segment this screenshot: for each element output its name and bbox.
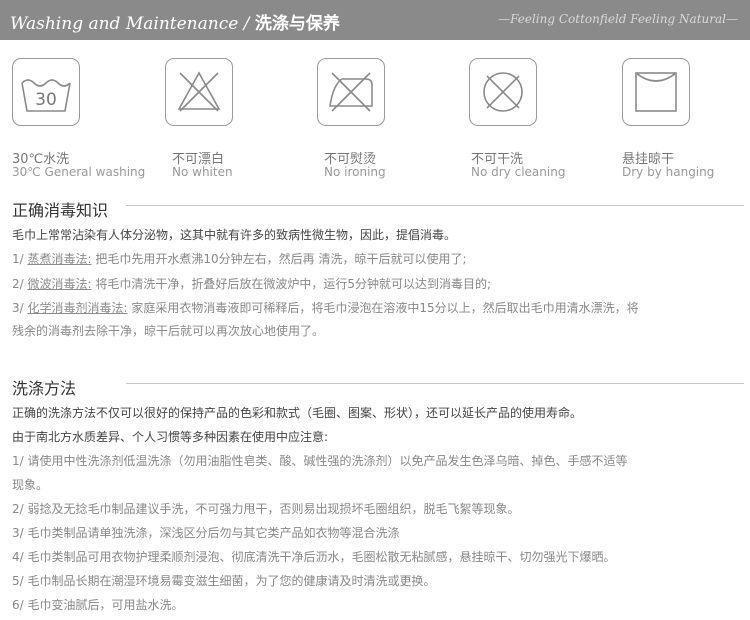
disinfection-intro: 毛巾上常常沾染有人体分泌物，这其中就有许多的致病性微生物，因此，提倡消毒。 — [12, 228, 457, 242]
method-text: 将毛巾清洗干净，折叠好后放在微波炉中，运行5分钟就可以达到消毒目的; — [91, 277, 492, 291]
method-text: 把毛巾先用开水煮沸10分钟左右，然后再 清洗，晾干后就可以使用了; — [91, 252, 467, 266]
care-icon-box: 30 — [12, 58, 80, 126]
header-tagline: —Feeling Cottonfield Feeling Natural— — [498, 12, 738, 26]
item-number: 2/ — [12, 277, 28, 291]
care-icon-box — [165, 58, 233, 126]
care-label-en: 30℃ General washing — [12, 165, 146, 179]
care-label-en: Dry by hanging — [622, 165, 715, 179]
washing-item: 1/ 请使用中性洗涤剂低温洗涤（勿用油脂性皂类、酸、碱性强的洗涤剂）以免产品发生… — [12, 454, 628, 468]
care-item-wash: 30 30℃水洗 30℃ General washing — [12, 58, 162, 179]
section-divider — [126, 205, 744, 206]
care-item-no-dry-cleaning: 不可干洗 No dry cleaning — [469, 58, 619, 179]
hang-dry-icon — [635, 72, 677, 112]
header-title-cn: 洗涤与保养 — [254, 14, 340, 34]
washing-item: 2/ 弱捻及无捻毛巾制品建议手洗，不可强力甩干，否则易出现损坏毛圈组织，脱毛飞絮… — [12, 502, 520, 516]
washing-item: 6/ 毛巾变油腻后，可用盐水洗。 — [12, 598, 184, 612]
disinfection-continuation: 残余的消毒剂去除干净，晾干后就可以再次放心地使用了。 — [12, 324, 325, 338]
wash-30-icon: 30 — [21, 79, 71, 112]
washing-item: 现象。 — [12, 478, 49, 492]
washing-intro: 由于南北方水质差异、个人习惯等多种因素在使用中应注意: — [12, 430, 329, 444]
item-number: 3/ — [12, 301, 28, 315]
section-title-disinfection: 正确消毒知识 — [12, 201, 109, 220]
wash-temp-text: 30 — [35, 90, 57, 110]
header-title-en: Washing and Maintenance / — [10, 14, 250, 34]
disinfection-item: 3/ 化学消毒剂消毒法: 家庭采用衣物消毒液即可稀释后，将毛巾浸泡在溶液中15分… — [12, 299, 639, 316]
method-label: 微波消毒法: — [27, 277, 92, 291]
care-icon-box — [317, 58, 385, 126]
care-label-en: No whiten — [172, 165, 233, 179]
disinfection-item: 1/ 蒸煮消毒法: 把毛巾先用开水煮沸10分钟左右，然后再 清洗，晾干后就可以使… — [12, 250, 467, 267]
care-icon-box — [622, 58, 690, 126]
section-title-washing: 洗涤方法 — [12, 379, 77, 398]
washing-item: 4/ 毛巾类制品可用衣物护理柔顺剂浸泡、彻底清洗干净后沥水，毛圈松散无粘腻感，悬… — [12, 550, 616, 564]
item-number: 1/ — [12, 252, 28, 266]
washing-item: 5/ 毛巾制品长期在潮湿环境易霉变滋生细菌，为了您的健康请及时清洗或更换。 — [12, 574, 436, 588]
method-label: 化学消毒剂消毒法: — [27, 301, 128, 315]
care-icon-box — [469, 58, 537, 126]
header-title: Washing and Maintenance / 洗涤与保养 — [10, 9, 340, 34]
care-label-en: No dry cleaning — [471, 165, 566, 179]
no-dry-cleaning-icon — [483, 72, 523, 112]
method-text: 家庭采用衣物消毒液即可稀释后，将毛巾浸泡在溶液中15分以上，然后取出毛巾用清水漂… — [127, 301, 639, 315]
no-bleach-icon — [177, 71, 221, 112]
care-item-hang-dry: 悬挂晾干 Dry by hanging — [622, 58, 750, 179]
section-divider — [126, 383, 744, 384]
care-item-no-bleach: 不可漂白 No whiten — [165, 58, 315, 179]
washing-item: 3/ 毛巾类制品请单独洗涤，深浅区分后勿与其它类产品如衣物等混合洗涤 — [12, 526, 400, 540]
no-ironing-icon — [329, 72, 373, 112]
care-label-en: No ironing — [324, 165, 386, 179]
header-bar: Washing and Maintenance / 洗涤与保养 —Feeling… — [0, 0, 750, 40]
disinfection-item: 2/ 微波消毒法: 将毛巾清洗干净，折叠好后放在微波炉中，运行5分钟就可以达到消… — [12, 275, 491, 292]
washing-intro: 正确的洗涤方法不仅可以很好的保持产品的色彩和款式（毛圈、图案、形状），还可以延长… — [12, 406, 583, 420]
care-item-no-ironing: 不可熨烫 No ironing — [317, 58, 467, 179]
method-label: 蒸煮消毒法: — [27, 252, 92, 266]
